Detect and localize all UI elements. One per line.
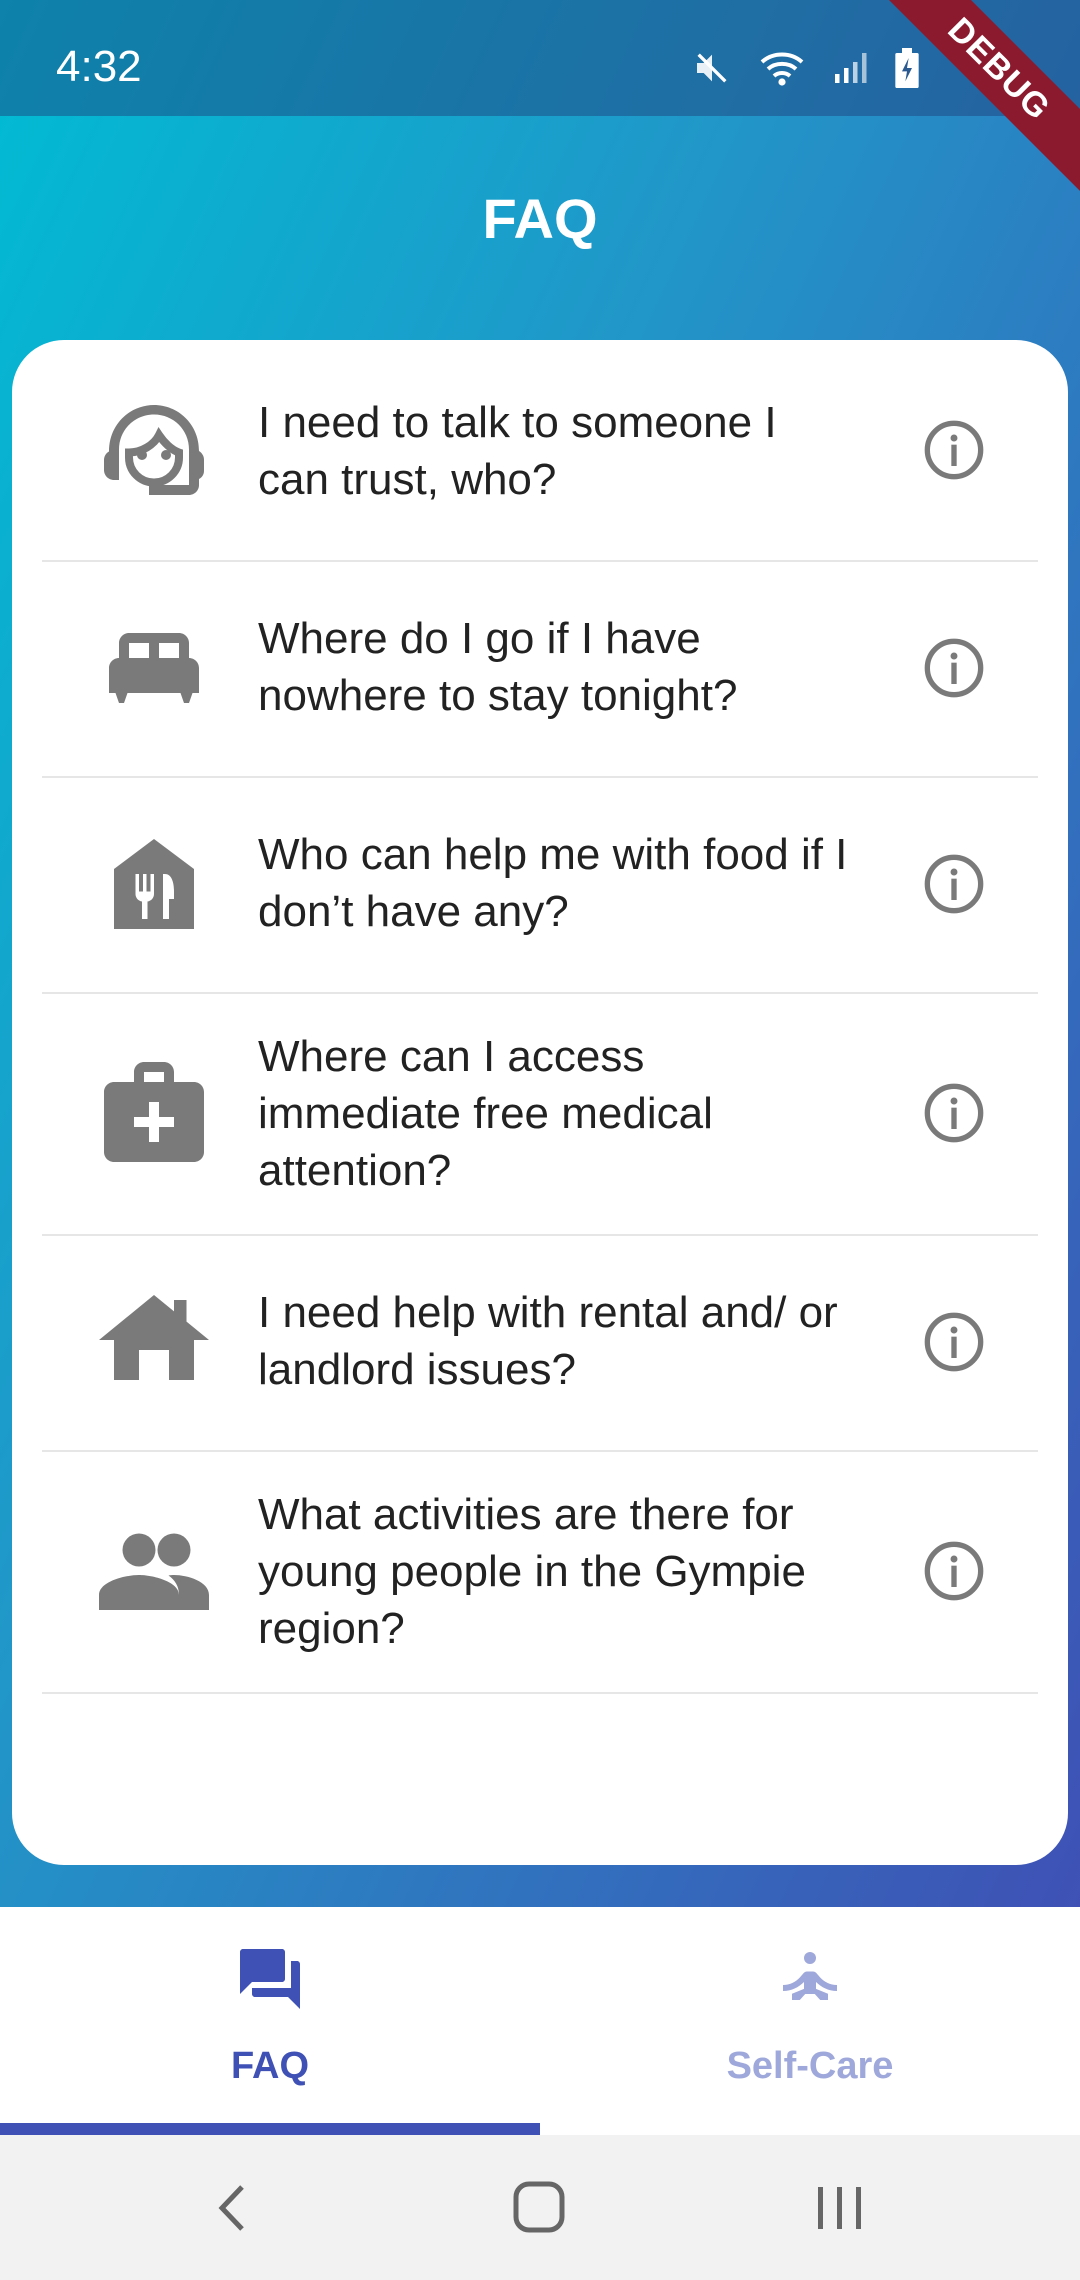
info-icon[interactable] (922, 1310, 986, 1374)
faq-question: I need help with rental and/ or landlord… (258, 1288, 838, 1394)
tab-faq-label: FAQ (230, 2045, 310, 2087)
tab-faq[interactable]: FAQ (0, 1907, 540, 2135)
bottom-navigation: FAQ Self-Care (0, 1907, 1080, 2135)
status-icons (692, 48, 920, 88)
faq-question: I need to talk to someone I can trust, w… (258, 398, 777, 504)
faq-item-medical[interactable]: Where can I access immediate free medica… (42, 992, 1038, 1236)
info-icon[interactable] (922, 852, 986, 916)
battery-charging-icon (894, 48, 920, 88)
forum-icon (0, 1943, 540, 2020)
back-icon[interactable] (196, 2173, 276, 2243)
active-tab-indicator (0, 2123, 540, 2135)
faq-item-stay[interactable]: Where do I go if I have nowhere to stay … (42, 560, 1038, 778)
tab-self-care-label: Self-Care (726, 2045, 894, 2087)
faq-card: I need to talk to someone I can trust, w… (12, 340, 1068, 1865)
faq-question: What activities are there for young peop… (258, 1490, 806, 1653)
home-icon[interactable] (500, 2173, 580, 2243)
signal-icon (832, 50, 868, 86)
food-house-icon (94, 824, 214, 944)
support-agent-icon (94, 390, 214, 510)
people-icon (94, 1510, 214, 1630)
page-title: FAQ (482, 187, 598, 250)
mute-icon (692, 48, 732, 88)
faq-item-talk[interactable]: I need to talk to someone I can trust, w… (42, 340, 1038, 562)
faq-item-activities[interactable]: What activities are there for young peop… (42, 1450, 1038, 1694)
info-icon[interactable] (922, 1539, 986, 1603)
faq-item-food[interactable]: Who can help me with food if I don’t hav… (42, 776, 1038, 994)
tab-self-care[interactable]: Self-Care (540, 1907, 1080, 2135)
faq-item-rental[interactable]: I need help with rental and/ or landlord… (42, 1234, 1038, 1452)
faq-question: Who can help me with food if I don’t hav… (258, 830, 848, 936)
faq-question: Where do I go if I have nowhere to stay … (258, 614, 738, 720)
meditation-icon (540, 1943, 1080, 2020)
info-icon[interactable] (922, 636, 986, 700)
medical-kit-icon (94, 1052, 214, 1172)
recent-apps-icon[interactable] (800, 2173, 880, 2243)
info-icon[interactable] (922, 418, 986, 482)
status-time: 4:32 (56, 42, 142, 91)
faq-question: Where can I access immediate free medica… (258, 1032, 713, 1195)
info-icon[interactable] (922, 1081, 986, 1145)
wifi-icon (758, 48, 806, 88)
system-navigation-bar (0, 2135, 1080, 2280)
house-icon (94, 1280, 214, 1400)
bed-icon (94, 608, 214, 728)
